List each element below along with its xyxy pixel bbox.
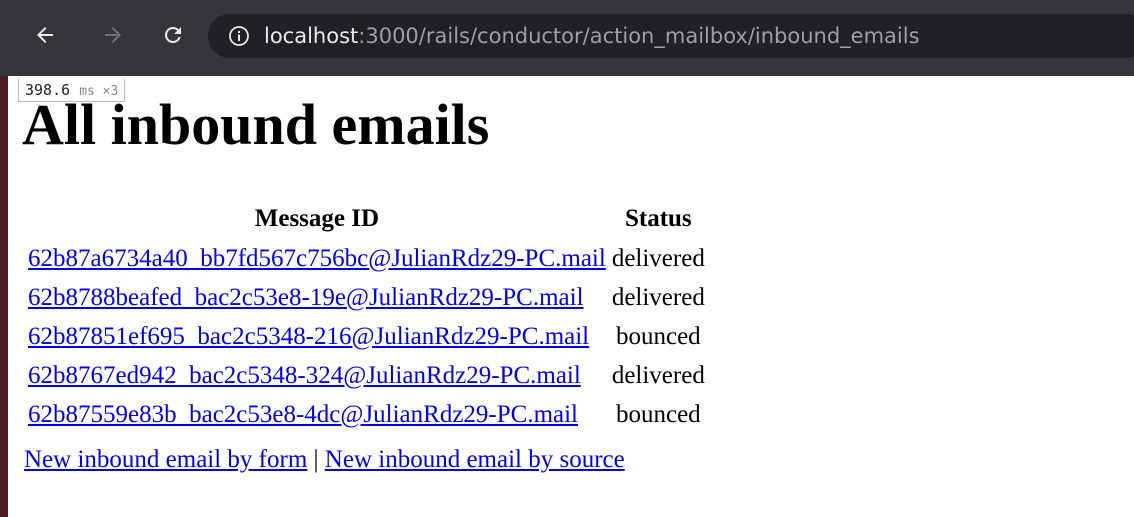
table-row: 62b8788beafed_bac2c53e8-19e@JulianRdz29-… [26, 279, 707, 316]
message-id-link[interactable]: 62b87559e83b_bac2c53e8-4dc@JulianRdz29-P… [28, 401, 578, 428]
performance-badge[interactable]: 398.6 ms ×3 [18, 79, 126, 102]
inbound-emails-table: Message ID Status 62b87a6734a40_bb7fd567… [24, 198, 709, 435]
status-cell: delivered [611, 244, 705, 272]
perf-unit: ms ×3 [79, 84, 119, 99]
message-id-link[interactable]: 62b8767ed942_bac2c5348-324@JulianRdz29-P… [28, 362, 581, 389]
forward-button[interactable] [96, 18, 130, 52]
forward-arrow-icon [105, 27, 121, 43]
perf-value: 398.6 [25, 81, 71, 99]
reload-button[interactable] [156, 18, 190, 52]
reload-icon [164, 26, 181, 43]
url-host: localhost [264, 24, 359, 48]
column-header-message-id: Message ID [254, 205, 380, 232]
sidebar-edge [0, 76, 8, 517]
back-arrow-icon [37, 27, 53, 43]
url-text[interactable]: localhost:3000/rails/conductor/action_ma… [264, 24, 920, 48]
info-icon[interactable] [226, 23, 252, 49]
browser-toolbar: localhost:3000/rails/conductor/action_ma… [0, 0, 1134, 76]
table-row: 62b87851ef695_bac2c5348-216@JulianRdz29-… [26, 318, 707, 355]
back-button[interactable] [28, 18, 62, 52]
table-header-row: Message ID Status [26, 200, 707, 238]
url-path: :3000/rails/conductor/action_mailbox/inb… [358, 24, 920, 48]
status-cell: delivered [611, 361, 705, 389]
status-cell: delivered [611, 283, 705, 311]
table-row: 62b8767ed942_bac2c5348-324@JulianRdz29-P… [26, 357, 707, 394]
new-email-by-form-link[interactable]: New inbound email by form [24, 446, 307, 473]
table-row: 62b87559e83b_bac2c53e8-4dc@JulianRdz29-P… [26, 396, 707, 433]
status-cell: bounced [615, 322, 701, 350]
column-header-status: Status [624, 205, 692, 232]
footer-links: New inbound email by form | New inbound … [24, 446, 625, 474]
status-cell: bounced [615, 400, 701, 428]
link-separator: | [313, 446, 319, 473]
message-id-link[interactable]: 62b8788beafed_bac2c53e8-19e@JulianRdz29-… [28, 284, 584, 311]
message-id-link[interactable]: 62b87851ef695_bac2c5348-216@JulianRdz29-… [28, 323, 589, 350]
new-email-by-source-link[interactable]: New inbound email by source [325, 446, 625, 473]
message-id-link[interactable]: 62b87a6734a40_bb7fd567c756bc@JulianRdz29… [28, 245, 606, 272]
address-bar[interactable]: localhost:3000/rails/conductor/action_ma… [208, 14, 1134, 58]
table-row: 62b87a6734a40_bb7fd567c756bc@JulianRdz29… [26, 240, 707, 277]
